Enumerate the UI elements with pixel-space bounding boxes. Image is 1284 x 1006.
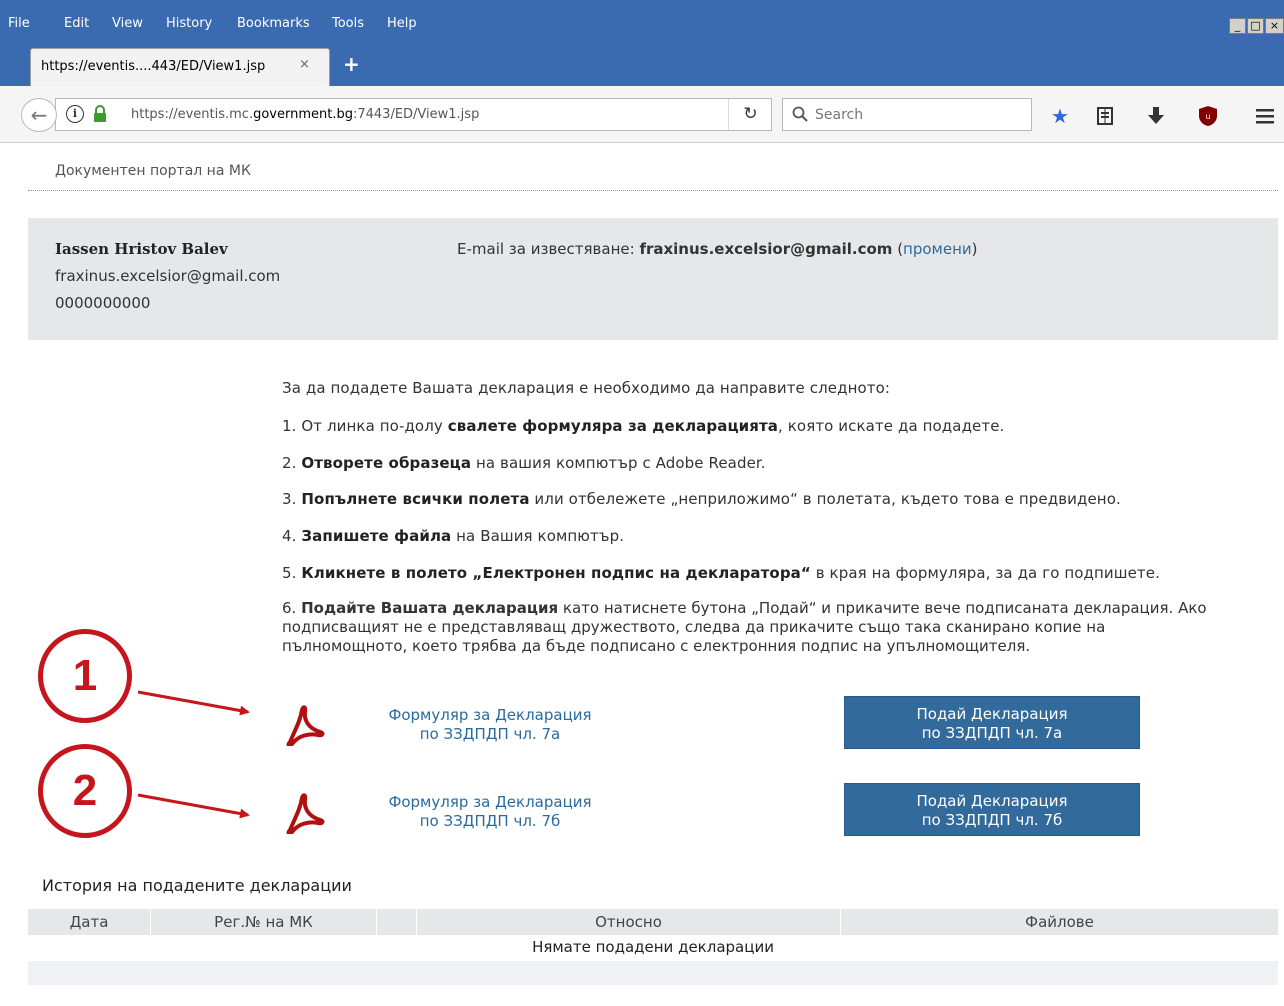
form-7b-download-link[interactable]: Формуляр за Декларация по ЗЗДПДП чл. 7б — [340, 793, 640, 831]
column-header-subject[interactable]: Относно — [417, 913, 840, 931]
menu-edit[interactable]: Edit — [64, 16, 89, 31]
hamburger-menu-icon[interactable] — [1253, 104, 1277, 128]
close-window-button[interactable]: × — [1265, 18, 1284, 34]
instructions-intro: За да подадете Вашата декларация е необх… — [282, 379, 891, 397]
download-icon[interactable] — [1144, 104, 1168, 128]
search-icon — [792, 106, 808, 122]
lock-icon[interactable] — [92, 105, 108, 123]
bookmark-star-icon[interactable]: ★ — [1048, 104, 1072, 128]
menu-tools[interactable]: Tools — [332, 16, 364, 31]
maximize-button[interactable]: □ — [1247, 18, 1264, 34]
history-title: История на подадените декларации — [42, 876, 352, 895]
annotation-marker-2: 2 — [38, 744, 132, 838]
column-header-reg-no[interactable]: Рег.№ на МК — [151, 913, 376, 931]
nav-bar: i https://eventis.mc.government.bg:7443/… — [0, 86, 1284, 143]
column-header-files[interactable]: Файлове — [841, 913, 1278, 931]
active-tab[interactable]: https://eventis....443/ED/View1.jsp × — [30, 48, 330, 86]
instruction-step-4: 4. Запишете файла на Вашия компютър. — [282, 527, 625, 545]
form-7a-download-link[interactable]: Формуляр за Декларация по ЗЗДПДП чл. 7а — [340, 706, 640, 744]
info-icon[interactable]: i — [66, 105, 84, 123]
column-header-date[interactable]: Дата — [28, 913, 150, 931]
search-placeholder: Search — [815, 107, 864, 123]
new-tab-button[interactable]: + — [343, 52, 360, 76]
change-email-link[interactable]: промени — [903, 240, 972, 258]
menu-help[interactable]: Help — [387, 16, 417, 31]
user-id: 0000000000 — [55, 294, 151, 312]
pdf-icon[interactable] — [282, 790, 326, 834]
user-name: Iassen Hristov Balev — [55, 240, 228, 258]
svg-text:u: u — [1205, 112, 1210, 121]
annotation-arrow-2 — [137, 793, 250, 819]
user-email: fraxinus.excelsior@gmail.com — [55, 267, 281, 285]
tab-strip: https://eventis....443/ED/View1.jsp × + — [0, 38, 1284, 86]
menu-view[interactable]: View — [112, 16, 143, 31]
url-bar[interactable]: i https://eventis.mc.government.bg:7443/… — [55, 98, 772, 131]
annotation-marker-1: 1 — [38, 629, 132, 723]
instruction-step-3: 3. Попълнете всички полета или отбележет… — [282, 490, 1121, 508]
notification-email-value: fraxinus.excelsior@gmail.com — [639, 240, 893, 258]
history-table-footer — [28, 961, 1278, 985]
history-table: Дата Рег.№ на МК Относно Файлове Нямате … — [28, 909, 1278, 985]
portal-title: Документен портал на МК — [55, 163, 251, 179]
notification-email: E-mail за известяване: fraxinus.excelsio… — [457, 240, 978, 258]
url-text[interactable]: https://eventis.mc.government.bg:7443/ED… — [131, 107, 479, 122]
menu-history[interactable]: History — [166, 16, 212, 31]
tab-title: https://eventis....443/ED/View1.jsp — [41, 59, 266, 74]
instruction-step-1: 1. От линка по-долу свалете формуляра за… — [282, 417, 1005, 435]
ublock-icon[interactable]: u — [1196, 104, 1220, 128]
instruction-step-5: 5. Кликнете в полето „Електронен подпис … — [282, 564, 1160, 582]
history-table-header: Дата Рег.№ на МК Относно Файлове — [28, 909, 1278, 935]
menu-file[interactable]: File — [8, 16, 30, 31]
back-button[interactable]: ← — [21, 98, 57, 132]
user-info-panel: Iassen Hristov Balev fraxinus.excelsior@… — [28, 218, 1278, 340]
header-divider — [28, 190, 1278, 191]
history-empty-message: Нямате подадени декларации — [28, 935, 1278, 961]
browser-window: File Edit View History Bookmarks Tools H… — [0, 0, 1284, 1006]
pdf-icon[interactable] — [282, 702, 326, 746]
submit-7b-button[interactable]: Подай Декларация по ЗЗДПДП чл. 7б — [844, 783, 1140, 836]
submit-7a-button[interactable]: Подай Декларация по ЗЗДПДП чл. 7а — [844, 696, 1140, 749]
minimize-button[interactable]: _ — [1229, 18, 1246, 34]
annotation-arrow-1 — [137, 690, 250, 716]
instruction-step-2: 2. Отворете образеца на вашия компютър с… — [282, 454, 766, 472]
menu-bookmarks[interactable]: Bookmarks — [237, 16, 310, 31]
reload-icon[interactable]: ↻ — [728, 99, 772, 130]
close-tab-icon[interactable]: × — [299, 57, 310, 72]
search-input[interactable]: Search — [782, 98, 1032, 131]
instruction-step-6: 6. Подайте Вашата декларация като натисн… — [282, 599, 1207, 655]
reading-list-icon[interactable] — [1093, 104, 1117, 128]
